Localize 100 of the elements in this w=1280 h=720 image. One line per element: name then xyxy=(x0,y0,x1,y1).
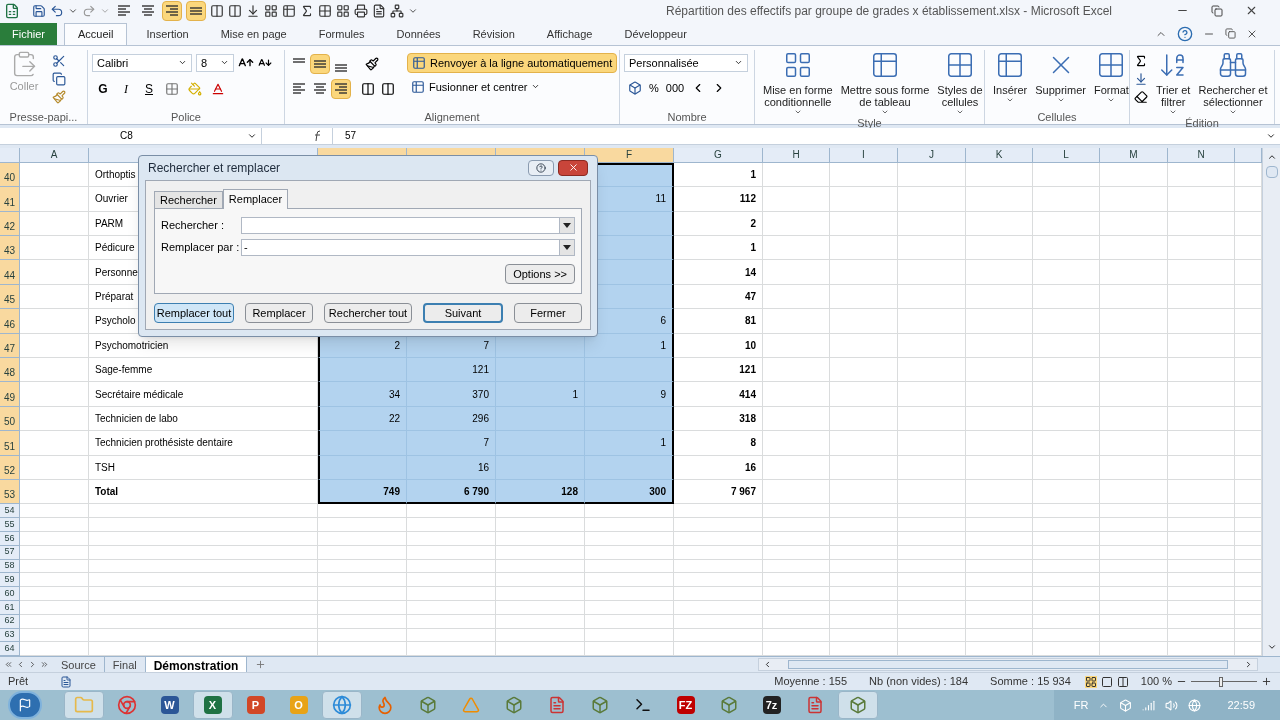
column-header[interactable]: L xyxy=(1033,147,1100,162)
group-title: Style xyxy=(856,115,883,130)
taskbar-app[interactable]: W xyxy=(149,691,190,720)
dialog-button[interactable]: Suivant xyxy=(423,302,503,323)
style-button[interactable]: Mise en forme conditionnelle xyxy=(759,49,837,116)
table-cell: 1 xyxy=(585,333,674,358)
cells-button[interactable]: Insérer xyxy=(989,49,1032,110)
dialog-button[interactable]: Remplacer tout xyxy=(154,302,234,323)
row-header[interactable]: 50 xyxy=(0,406,20,432)
formula-field[interactable]: 57 xyxy=(332,127,1266,144)
table-cell: Technicien prothésiste dentaire xyxy=(89,431,318,456)
zoom-level[interactable]: 100 % xyxy=(1140,673,1172,690)
row-header[interactable]: 41 xyxy=(0,187,20,212)
row-header[interactable]: 46 xyxy=(0,309,20,334)
taskbar-app[interactable]: X xyxy=(192,691,233,720)
row-header[interactable]: 53 xyxy=(0,479,20,505)
app-logo: O xyxy=(289,696,308,715)
table-cell: 300 xyxy=(585,479,674,505)
sheet-tab[interactable]: Démonstration xyxy=(145,657,248,673)
italic-button[interactable]: I xyxy=(119,79,133,98)
ribbon-tab[interactable]: Formules xyxy=(305,22,378,45)
row-header[interactable]: 44 xyxy=(0,260,20,285)
ribbon-tab[interactable]: Révision xyxy=(459,22,528,45)
column-header[interactable]: K xyxy=(966,147,1033,162)
ribbon-tab[interactable]: Mise en page xyxy=(207,22,300,45)
dialog-button[interactable]: Remplacer xyxy=(245,302,313,323)
row-header[interactable]: 55 xyxy=(0,518,20,532)
dialog-tab[interactable]: Remplacer xyxy=(222,188,289,209)
row-header[interactable]: 51 xyxy=(0,431,20,456)
column-header[interactable]: G xyxy=(674,147,763,162)
underline-button[interactable]: S xyxy=(142,79,156,98)
percent-button[interactable]: % xyxy=(649,79,659,97)
table-cell: 1 xyxy=(496,382,585,407)
taskbar-app[interactable]: FZ xyxy=(665,691,706,720)
wrap-text-button[interactable]: Renvoyer à la ligne automatiquement xyxy=(407,52,618,73)
style-button[interactable]: Mettre sous forme de tableau xyxy=(836,49,934,116)
dialog-button[interactable]: Rechercher tout xyxy=(324,302,412,323)
row-header[interactable]: 64 xyxy=(0,642,20,657)
row-header[interactable]: 48 xyxy=(0,358,20,383)
taskbar-app[interactable]: 7z xyxy=(751,691,792,720)
name-box[interactable]: C8 xyxy=(0,127,262,144)
merge-center-button[interactable]: Fusionner et centrer xyxy=(407,76,618,97)
dialog-tab[interactable]: Rechercher xyxy=(154,190,223,208)
ribbon-tab[interactable]: Affichage xyxy=(533,22,606,45)
number-format-field[interactable]: Personnalisée xyxy=(624,53,748,72)
ribbon-tab[interactable]: Accueil xyxy=(64,22,128,45)
style-button[interactable]: Styles de cellules xyxy=(933,49,987,116)
column-header[interactable]: M xyxy=(1100,147,1168,162)
row-header[interactable]: 43 xyxy=(0,236,20,261)
row-header[interactable]: 49 xyxy=(0,382,20,407)
taskbar-app[interactable]: P xyxy=(235,691,276,720)
field-label: Remplacer par : xyxy=(161,240,241,256)
options-button[interactable]: Options >> xyxy=(505,263,575,284)
column-header[interactable]: F xyxy=(585,147,674,162)
column-header[interactable]: I xyxy=(830,147,898,162)
group-title: Nombre xyxy=(666,109,708,124)
row-header[interactable]: 54 xyxy=(0,504,20,519)
cells-button[interactable]: Supprimer xyxy=(1031,49,1090,110)
font-size-field[interactable]: 8 xyxy=(196,53,234,72)
dialog-button[interactable]: Fermer xyxy=(514,302,582,323)
row-header[interactable]: 60 xyxy=(0,587,20,601)
row-header[interactable]: 52 xyxy=(0,455,20,480)
table-cell: Technicien de labo xyxy=(89,406,318,432)
table-cell: 34 xyxy=(318,382,407,407)
group-title: Police xyxy=(170,109,202,124)
group-title: Presse-papi... xyxy=(8,109,79,124)
column-header[interactable]: N xyxy=(1168,147,1235,162)
table-cell: Sage-femme xyxy=(89,358,318,383)
ribbon-tab[interactable]: Développeur xyxy=(611,22,700,45)
table-cell: 14 xyxy=(674,260,763,285)
table-cell: 128 xyxy=(496,479,585,505)
row-header[interactable]: 40 xyxy=(0,162,20,188)
ribbon-tab[interactable]: Insertion xyxy=(133,22,202,45)
table-cell: 2 xyxy=(674,211,763,237)
table-cell: 414 xyxy=(674,382,763,407)
status-stat: Nb (non vides) : 184 xyxy=(869,674,969,690)
group-title: Alignement xyxy=(423,109,481,124)
row-header[interactable]: 59 xyxy=(0,573,20,588)
ribbon-tab[interactable]: Données xyxy=(383,22,454,45)
column-header[interactable]: A xyxy=(20,147,89,162)
bold-button[interactable]: G xyxy=(96,79,110,98)
row-header[interactable]: 47 xyxy=(0,333,20,358)
table-cell: 7 xyxy=(407,431,496,456)
table-cell: 22 xyxy=(318,406,407,432)
editing-button[interactable]: Rechercher et sélectionner xyxy=(1194,49,1272,116)
row-header[interactable]: 45 xyxy=(0,284,20,310)
group-title: Cellules xyxy=(1036,109,1078,124)
font-name-field[interactable]: Calibri xyxy=(92,53,192,72)
table-cell: 81 xyxy=(674,309,763,334)
row-header[interactable]: 42 xyxy=(0,211,20,237)
editing-button[interactable]: Trier et filtrer xyxy=(1152,49,1195,116)
window-title: Répartition des effectifs par groupe de grades x établissement.xlsx - Microsoft Excel xyxy=(666,2,1112,20)
file-tab[interactable]: Fichier xyxy=(0,22,57,45)
app-logo: 7z xyxy=(762,696,781,715)
thousands-button[interactable]: 000 xyxy=(665,79,685,97)
search-field[interactable]: - xyxy=(241,238,575,256)
column-header[interactable]: J xyxy=(898,147,966,162)
column-header[interactable]: H xyxy=(763,147,830,162)
app-logo: W xyxy=(160,696,179,715)
cells-button[interactable]: Format xyxy=(1090,49,1133,110)
